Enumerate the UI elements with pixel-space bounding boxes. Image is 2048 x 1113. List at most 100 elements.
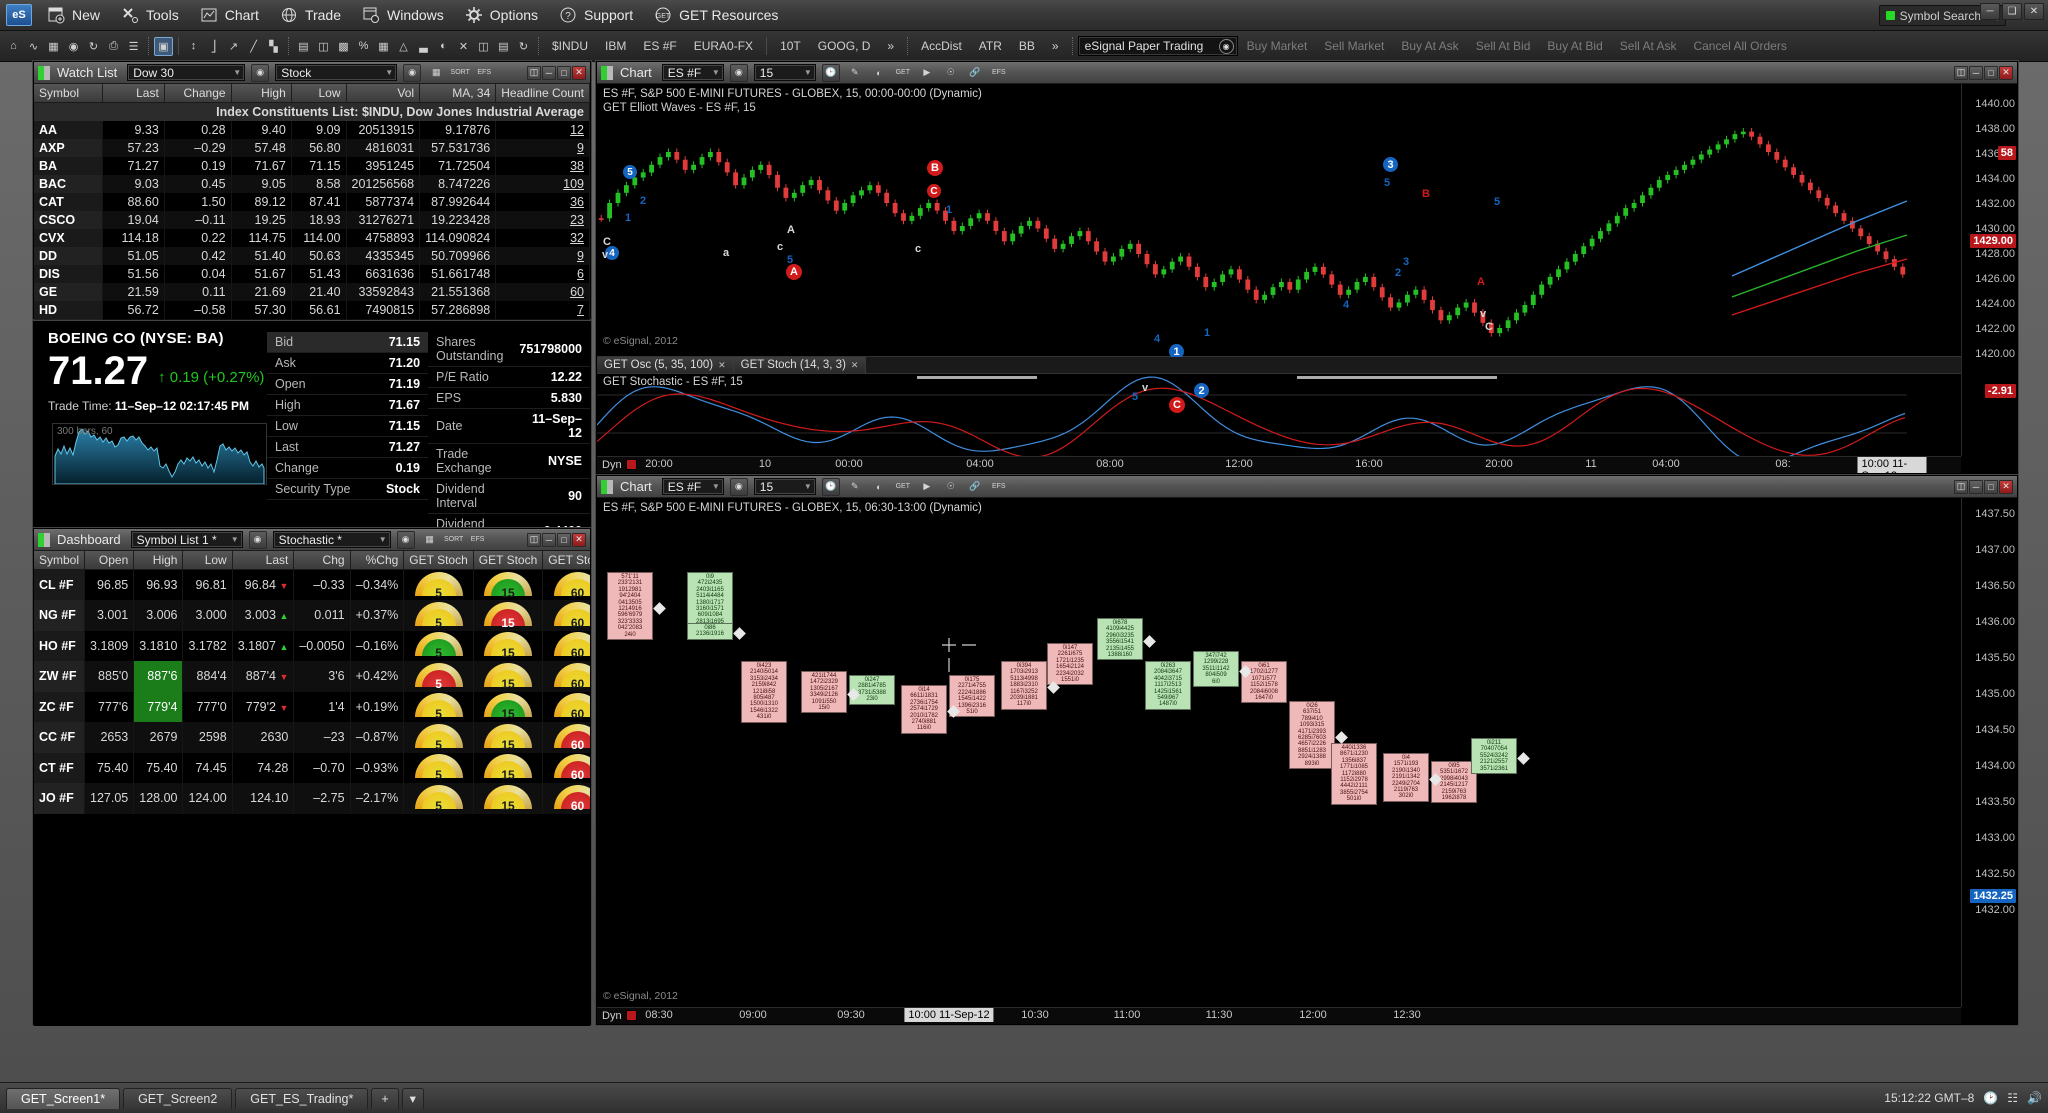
chart1-plot-area[interactable]: ES #F, S&P 500 E-MINI FUTURES - GLOBEX, … xyxy=(597,84,2017,473)
col-high[interactable]: High xyxy=(133,551,184,570)
chart2-get-icon[interactable]: GET xyxy=(894,478,912,496)
chart2-symbol-select[interactable]: ES #F ▼ xyxy=(661,478,724,495)
table-row[interactable]: BA 71.27 0.19 71.67 71.15 3951245 71.72504 38 xyxy=(34,157,590,175)
cell-headline[interactable]: 6 xyxy=(495,265,590,283)
volume-icon[interactable]: 🔊 xyxy=(2027,1091,2042,1105)
cell-headline[interactable]: 9 xyxy=(495,247,590,265)
watchlist-efs-icon[interactable]: EFS xyxy=(475,64,493,82)
dashboard-close-icon[interactable]: ✕ xyxy=(572,532,586,547)
dashboard-minimize-icon[interactable]: ─ xyxy=(542,532,556,547)
dyn-indicator-icon[interactable] xyxy=(625,459,637,470)
table-row[interactable]: HPQ17.950.5217.9717.501847522517.5827462… xyxy=(34,319,590,320)
table-row[interactable]: ZW #F 885'0 887'6 884'4 887'4 ▼ 3'6 +0.42% 5 15 6… xyxy=(34,661,590,692)
chart1-efs-icon[interactable]: EFS xyxy=(990,64,1008,82)
workspace-tab-screen1[interactable]: GET_Screen1* xyxy=(6,1087,121,1109)
dashboard-efs-icon[interactable]: EFS xyxy=(469,531,487,549)
chart2-study-icon[interactable]: ◐ xyxy=(870,478,888,496)
refresh-icon[interactable]: ↻ xyxy=(84,37,103,56)
col-last[interactable]: Last xyxy=(232,551,295,570)
table-row[interactable]: HD 56.72 –0.58 57.30 56.61 7490815 57.286898 7 xyxy=(34,301,590,319)
col-chg[interactable]: Chg xyxy=(293,551,351,570)
table-row[interactable]: DIS 51.56 0.04 51.67 51.43 6631636 51.661748 6 xyxy=(34,265,590,283)
col-change[interactable]: Change xyxy=(164,84,232,103)
chart1-maximize-icon[interactable]: □ xyxy=(1984,65,1998,80)
grid-icon[interactable]: ▦ xyxy=(44,37,63,56)
dashboard-study-refresh-icon[interactable]: ◉ xyxy=(396,530,415,549)
table-row[interactable]: NG #F 3.001 3.006 3.000 3.003 ▲ 0.011 +0.37% 5 1… xyxy=(34,600,590,631)
chart1-time-icon[interactable]: 🕒 xyxy=(821,63,840,82)
chart1-draw-icon[interactable]: ✎ xyxy=(846,64,864,82)
layout-icon[interactable]: ▤ xyxy=(294,37,313,56)
chart1-symbol-refresh-icon[interactable]: ◉ xyxy=(729,63,748,82)
watchlist-minimize-icon[interactable]: ─ xyxy=(542,65,556,80)
toolbar-study-atr[interactable]: ATR xyxy=(971,39,1010,53)
table-icon[interactable]: ▦ xyxy=(374,37,393,56)
table-row[interactable]: HO #F 3.1809 3.1810 3.1782 3.1807 ▲ –0.0050 –0… xyxy=(34,630,590,661)
chart2-symbol-refresh-icon[interactable]: ◉ xyxy=(729,477,748,496)
chart2-close-icon[interactable]: ✕ xyxy=(1999,479,2013,494)
table-row[interactable]: ZC #F 777'6 779'4 777'0 779'2 ▼ 1'4 +0.19% 5 15 6… xyxy=(34,691,590,722)
chart1-interval-select[interactable]: 15 ▼ xyxy=(753,64,816,81)
account-settings-icon[interactable]: ◉ xyxy=(1218,38,1234,54)
chart-select-icon[interactable]: ▣ xyxy=(154,36,173,56)
tab-get-osc[interactable]: GET Osc (5, 35, 100) ✕ xyxy=(597,357,734,373)
col-open[interactable]: Open xyxy=(84,551,135,570)
list-icon[interactable]: ☰ xyxy=(124,37,143,56)
bar-chart-icon[interactable]: ▚ xyxy=(264,37,283,56)
chart1-float-icon[interactable]: ◫ xyxy=(1954,65,1968,80)
col-headline-count[interactable]: Headline Count xyxy=(495,84,590,103)
tab-get-stoch[interactable]: GET Stoch (14, 3, 3) ✕ xyxy=(733,357,867,373)
more-workspaces-button[interactable]: ▾ xyxy=(401,1087,424,1109)
cell-headline[interactable]: 32 xyxy=(495,229,590,247)
col-low[interactable]: Low xyxy=(182,551,233,570)
col-high[interactable]: High xyxy=(231,84,292,103)
toolbar-symbol-eurao[interactable]: EURA0-FX xyxy=(686,39,761,53)
col-vol[interactable]: Vol xyxy=(346,84,421,103)
buy-at-ask-button[interactable]: Buy At Ask xyxy=(1393,39,1466,53)
watchlist-group-row[interactable]: Index Constituents List: $INDU, Dow Jone… xyxy=(34,102,590,121)
chart2-efs-icon[interactable]: EFS xyxy=(990,478,1008,496)
menu-item-support[interactable]: ? Support xyxy=(548,2,643,28)
col-symbol[interactable]: Symbol xyxy=(34,84,104,103)
table-row[interactable]: BAC 9.03 0.45 9.05 8.58 201256568 8.747226 109 xyxy=(34,175,590,193)
col-get-stoch-5[interactable]: GET Stoch xyxy=(403,551,474,570)
buy-at-bid-button[interactable]: Buy At Bid xyxy=(1539,39,1610,53)
chart2-float-icon[interactable]: ◫ xyxy=(1954,479,1968,494)
cell-headline[interactable]: 23 xyxy=(495,211,590,229)
chart1-minimize-icon[interactable]: ─ xyxy=(1969,65,1983,80)
chart1-alert-icon[interactable]: ☉ xyxy=(942,64,960,82)
cell-headline[interactable]: 109 xyxy=(495,175,590,193)
percent-icon[interactable]: % xyxy=(354,37,373,56)
col-get-stoch-15[interactable]: GET Stoch xyxy=(473,551,544,570)
reload-icon[interactable]: ↻ xyxy=(514,37,533,56)
cell-headline[interactable]: 60 xyxy=(495,283,590,301)
study-icon[interactable]: ▤ xyxy=(494,37,513,56)
trend-icon[interactable]: ↗ xyxy=(224,37,243,56)
toolbar-overflow-2[interactable]: » xyxy=(1044,39,1067,53)
chart1-study-icon[interactable]: ◐ xyxy=(870,64,888,82)
watchlist-float-icon[interactable]: ◫ xyxy=(527,65,541,80)
histogram-icon[interactable]: ▩ xyxy=(334,37,353,56)
table-row[interactable]: AA 9.33 0.28 9.40 9.09 20513915 9.17876 12 xyxy=(34,121,590,139)
cell-headline[interactable]: 38 xyxy=(495,157,590,175)
home-icon[interactable]: ⌂ xyxy=(4,37,23,56)
watchlist-maximize-icon[interactable]: □ xyxy=(557,65,571,80)
menu-item-options[interactable]: Options xyxy=(454,2,548,28)
chart2-alert-icon[interactable]: ☉ xyxy=(942,478,960,496)
printer-icon[interactable]: ⎙ xyxy=(104,37,123,56)
watchlist-close-icon[interactable]: ✕ xyxy=(572,65,586,80)
col-low[interactable]: Low xyxy=(291,84,347,103)
dashboard-list-refresh-icon[interactable]: ◉ xyxy=(248,530,267,549)
toolbar-overflow-1[interactable]: » xyxy=(879,39,902,53)
chart1-link-icon[interactable]: 🔗 xyxy=(966,64,984,82)
col-last[interactable]: Last xyxy=(102,84,165,103)
watchlist-list-refresh-icon[interactable]: ◉ xyxy=(251,63,270,82)
cancel-all-orders-button[interactable]: Cancel All Orders xyxy=(1685,39,1794,53)
dyn-indicator-icon[interactable] xyxy=(625,1010,637,1021)
dashboard-study-select[interactable]: Stochastic * ▼ xyxy=(272,531,391,548)
chart2-draw-icon[interactable]: ✎ xyxy=(846,478,864,496)
toolbar-symbol-goog[interactable]: GOOG, D xyxy=(810,39,879,53)
watchlist-sort-icon[interactable]: SORT xyxy=(451,64,470,82)
col-pchg[interactable]: %Chg xyxy=(350,551,405,570)
table-row[interactable]: GE 21.59 0.11 21.69 21.40 33592843 21.551368 60 xyxy=(34,283,590,301)
